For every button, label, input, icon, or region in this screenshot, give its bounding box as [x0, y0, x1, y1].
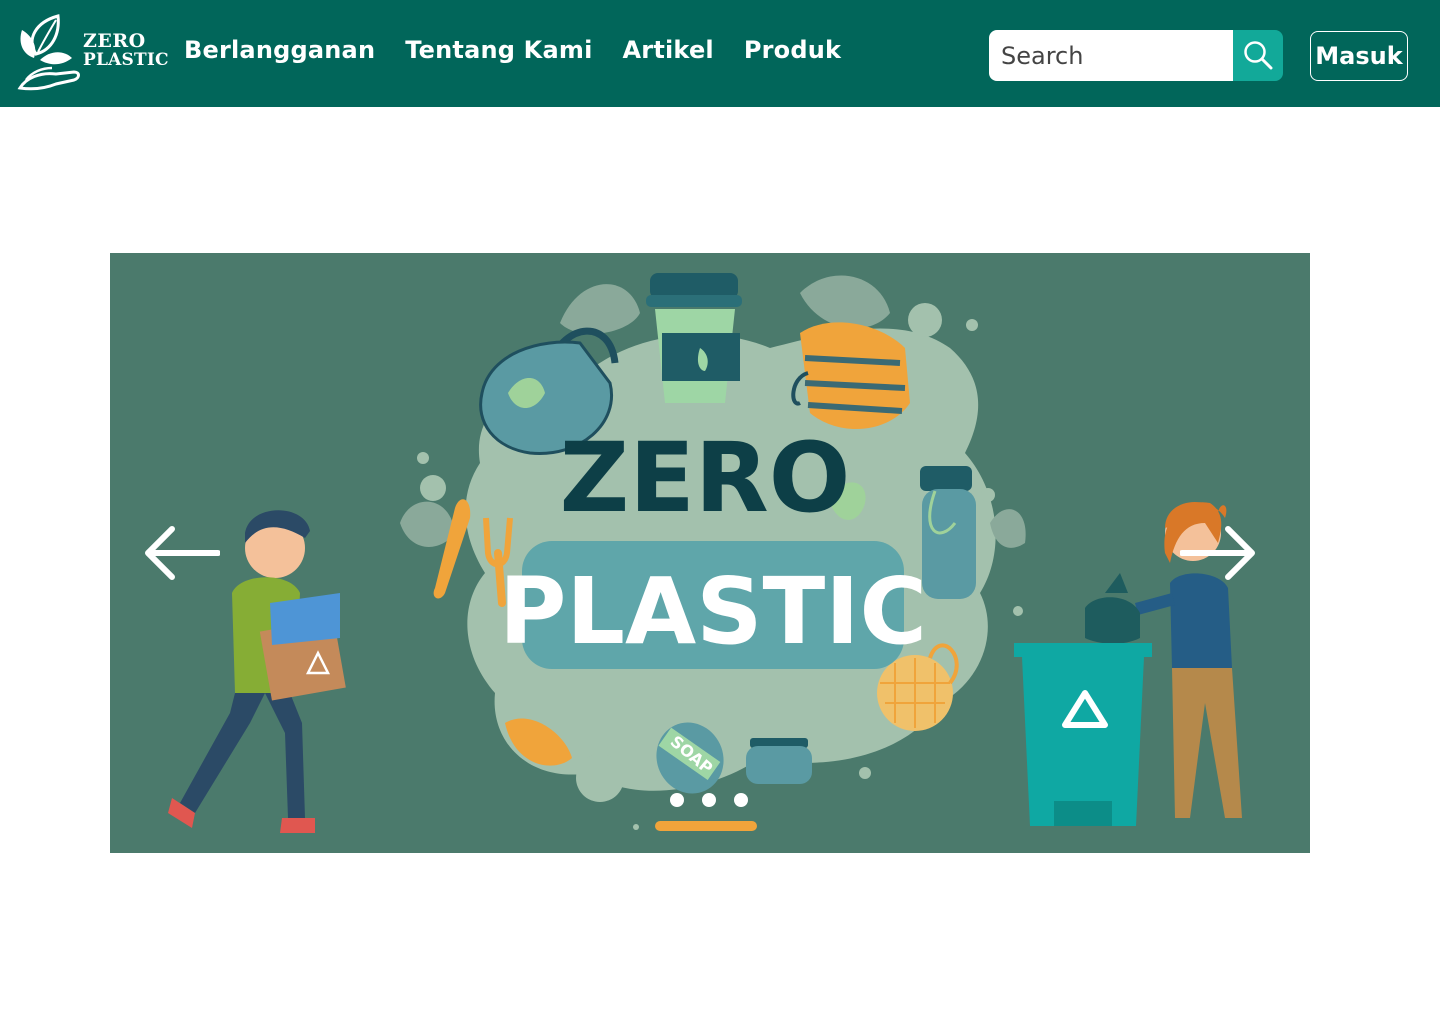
carousel-prev-button[interactable] [140, 523, 221, 583]
nav-link-berlangganan[interactable]: Berlangganan [184, 36, 375, 64]
monstera-leaf-icon [400, 501, 455, 547]
leaf-hand-icon [17, 14, 80, 91]
search-icon [1244, 41, 1273, 70]
decor-dot [981, 488, 995, 502]
login-button[interactable]: Masuk [1310, 31, 1408, 81]
search-button[interactable] [1233, 30, 1283, 81]
decor-dot [1013, 606, 1023, 616]
search-bar [989, 30, 1283, 81]
navbar: ZERO PLASTIC Berlangganan Tentang Kami A… [0, 0, 1440, 107]
carousel-indicators [670, 793, 748, 807]
hero-title-zero: ZERO [560, 422, 851, 534]
decor-dot [908, 303, 942, 337]
decor-dot [417, 452, 429, 464]
arrow-right-icon [1179, 526, 1255, 580]
hero-carousel: SOAP ZERO PLASTIC [110, 253, 1310, 853]
carousel-dot-3[interactable] [734, 793, 748, 807]
nav-link-produk[interactable]: Produk [744, 36, 841, 64]
decor-dot [966, 319, 978, 331]
decor-dot [576, 754, 624, 802]
jar-icon [746, 738, 812, 784]
carousel-dot-2[interactable] [702, 793, 716, 807]
lunch-bag-icon [791, 322, 910, 430]
hero-title-plastic: PLASTIC [499, 558, 927, 665]
brand-line1: ZERO [83, 30, 146, 52]
search-input[interactable] [989, 30, 1234, 81]
brand-name: ZERO PLASTIC [83, 30, 169, 70]
water-bottle-icon [920, 466, 976, 599]
monstera-leaf-icon [800, 275, 890, 329]
brand-line2: PLASTIC [83, 49, 169, 70]
carousel-next-button[interactable] [1179, 523, 1260, 583]
nav-link-tentang-kami[interactable]: Tentang Kami [405, 36, 592, 64]
arrow-left-icon [145, 526, 221, 580]
decor-dot [633, 824, 639, 830]
carousel-dot-1[interactable] [670, 793, 684, 807]
nav-link-artikel[interactable]: Artikel [623, 36, 714, 64]
monstera-leaf-icon [560, 284, 640, 334]
decor-dot [859, 767, 871, 779]
brand-logo[interactable]: ZERO PLASTIC [16, 14, 169, 94]
hero-illustration: SOAP ZERO PLASTIC [168, 273, 1242, 833]
decor-dot [420, 475, 446, 501]
main-nav: Berlangganan Tentang Kami Artikel Produk [184, 36, 841, 64]
toothbrush-icon [655, 821, 757, 831]
